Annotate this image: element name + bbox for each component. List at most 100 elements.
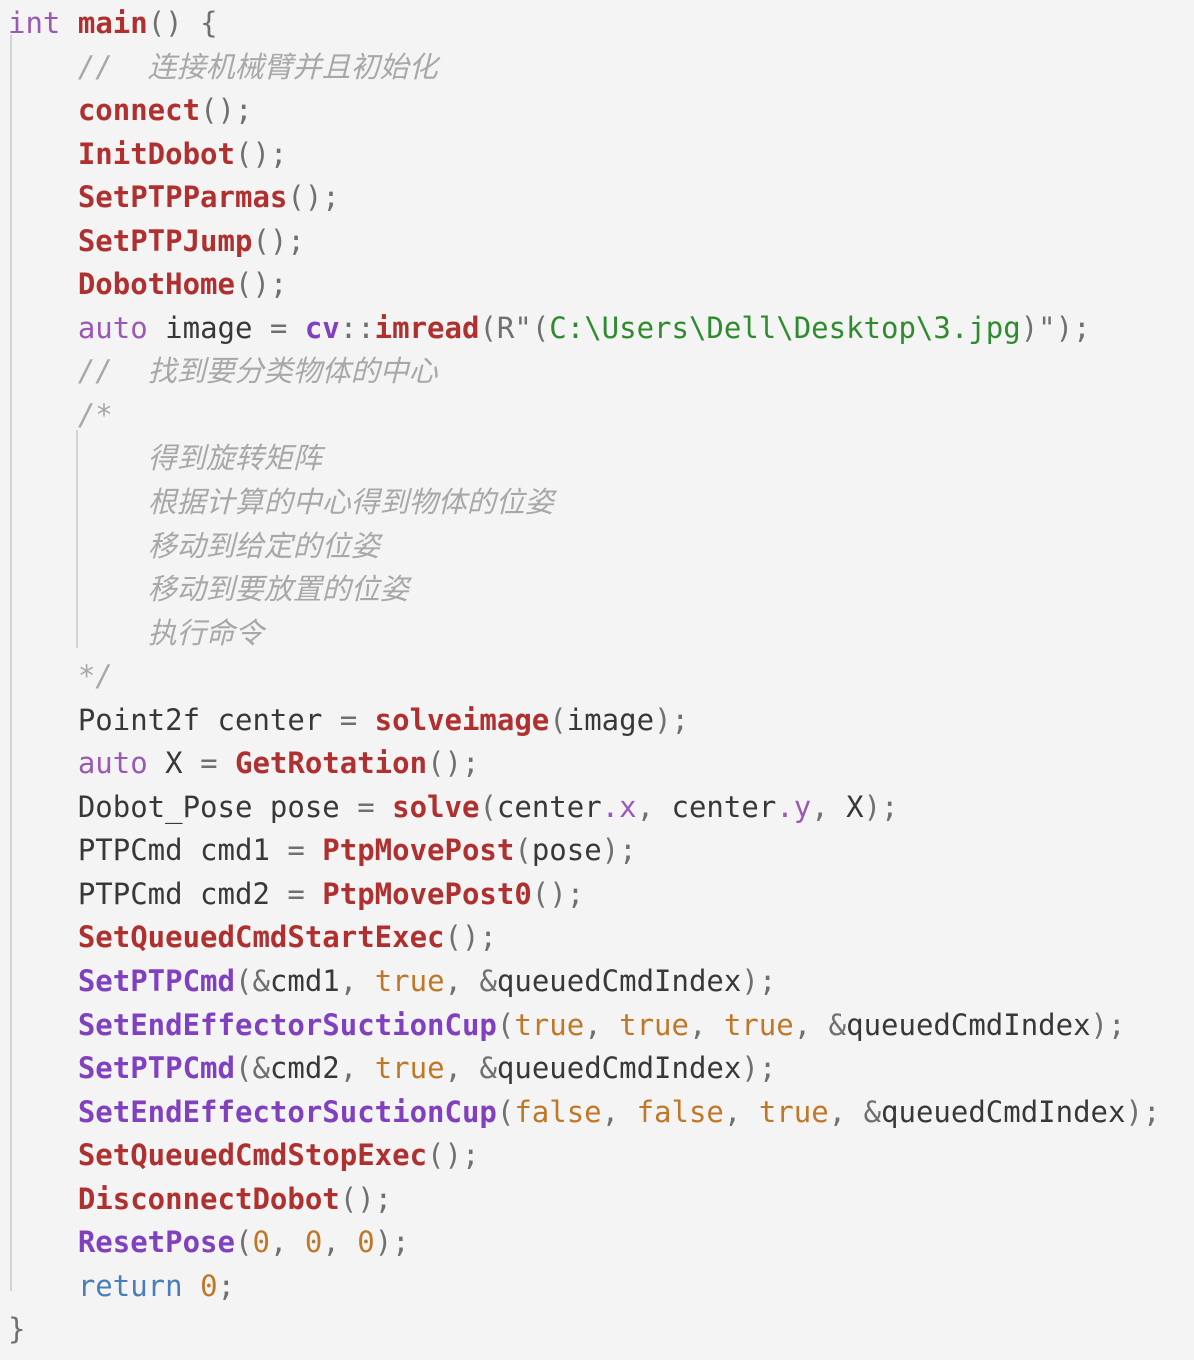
ampersand-cmd2: & [252,1051,270,1086]
code-line-7: DobotHome(); [8,263,1194,307]
boolean-true-cmd1: true [374,964,445,999]
call-tail-getrotation: (); [427,746,480,781]
call-tail-setptpparmas: (); [287,180,340,215]
separator-suction-1b: , [688,1007,724,1042]
code-editor[interactable]: int main() { // 连接机械臂并且初始化 connect(); In… [0,0,1194,1360]
code-line-19: Dobot_Pose pose = solve(center.x, center… [8,786,1194,830]
argument-queuedcmdindex-4: queuedCmdIndex [881,1094,1126,1129]
boolean-suction-1a: true [514,1007,585,1042]
separator-suction-1c: , [793,1007,829,1042]
function-setendeffectorsuctioncup-1: SetEndEffectorSuctionCup [77,1007,497,1042]
number-resetpose-3: 0 [357,1225,375,1260]
raw-string-close: )"); [1020,310,1091,345]
space-return [183,1269,200,1303]
code-line-15: 执行命令 [8,612,1194,656]
ampersand-queuedcmdindex-1: & [479,964,497,999]
string-image-path: C:\Users\Dell\Desktop\3.jpg [549,310,1021,345]
variable-x: X [147,746,201,781]
code-line-3: connect(); [8,89,1194,133]
separator-setptpcmd-1b: , [444,964,480,999]
number-return-zero: 0 [200,1268,218,1303]
function-getrotation: GetRotation [235,746,428,781]
declaration-ptpcmd-cmd1: PTPCmd cmd1 [77,833,288,868]
boolean-suction-2b: false [636,1094,724,1129]
paren-close-ptpmovepost: ); [601,833,637,868]
number-resetpose-2: 0 [304,1225,323,1260]
operator-assign-center: = [339,702,375,737]
separator-suction-1a: , [584,1007,620,1042]
code-line-1: int main() { [8,2,1194,46]
code-line-13: 移动到给定的位姿 [8,525,1194,569]
comment-block-line-3: 移动到给定的位姿 [147,528,380,563]
brace-open: { [182,6,218,40]
function-solveimage: solveimage [374,702,550,737]
comment-connect-init: // 连接机械臂并且初始化 [77,49,438,84]
separator-setptpcmd-2a: , [339,1051,375,1086]
argument-cmd1: cmd1 [269,964,340,999]
declaration-ptpcmd-cmd2: PTPCmd cmd2 [77,876,288,911]
ampersand-queuedcmdindex-4: & [863,1094,882,1129]
function-main: main [77,6,148,40]
paren-open-ptpmovepost: ( [514,833,532,868]
code-lines: int main() { // 连接机械臂并且初始化 connect(); In… [0,0,1194,1352]
function-imread: imread [374,310,480,345]
function-setptpcmd-2: SetPTPCmd [77,1051,235,1086]
operator-assign-cmd2: = [287,876,323,911]
separator-setptpcmd-1a: , [339,964,375,999]
code-line-17: Point2f center = solveimage(image); [8,699,1194,743]
code-line-23: SetPTPCmd(&cmd1, true, &queuedCmdIndex); [8,960,1194,1004]
paren-close-suction-2: ); [1125,1094,1161,1129]
code-line-8: auto image = cv::imread(R"(C:\Users\Dell… [8,307,1194,351]
separator-suction-2b: , [723,1094,759,1129]
argument-center-1: center [496,789,602,824]
call-tail-setptpjump: (); [252,223,305,258]
scope-resolution: :: [339,310,375,345]
function-setptpjump: SetPTPJump [77,223,253,258]
comment-block-line-1: 得到旋转矩阵 [147,441,322,476]
separator-suction-2a: , [601,1094,637,1129]
paren-open-suction-1: ( [496,1007,515,1042]
function-setqueuedcmdstartexec: SetQueuedCmdStartExec [77,920,445,955]
raw-string-open: (R"( [479,310,550,345]
argument-center-2: center [671,789,777,824]
call-tail-connect: (); [200,93,253,128]
declaration-point2f-center: Point2f center [77,702,340,737]
keyword-auto-x: auto [77,746,148,781]
code-line-29: ResetPose(0, 0, 0); [8,1221,1194,1265]
ampersand-queuedcmdindex-2: & [828,1007,847,1042]
comment-block-close: */ [77,659,113,694]
ampersand-queuedcmdindex-3: & [479,1051,497,1086]
code-line-30: return 0; [8,1265,1194,1309]
code-line-4: InitDobot(); [8,133,1194,177]
separator-resetpose-2: , [322,1225,358,1260]
call-tail-stopexec: (); [427,1138,480,1173]
member-x: .x [601,789,637,824]
paren-open-setptpcmd-2: ( [234,1051,253,1086]
separator-suction-2c: , [828,1094,864,1129]
operator-assign-cmd1: = [287,833,323,868]
operator-assign-pose: = [357,789,393,824]
paren-close-setptpcmd-2: ); [741,1051,777,1086]
argument-pose: pose [531,833,602,868]
paren-close-solveimage: ); [654,702,689,737]
paren-close-setptpcmd-1: ); [741,964,777,999]
argument-cmd2: cmd2 [269,1051,340,1086]
code-line-9: // 找到要分类物体的中心 [8,350,1194,394]
code-line-10: /* [8,394,1194,438]
code-line-24: SetEndEffectorSuctionCup(true, true, tru… [8,1004,1194,1048]
operator-assign-x: = [200,746,235,781]
ampersand-cmd1: & [252,964,270,999]
operator-assign-image: = [269,310,305,345]
comment-block-line-5: 执行命令 [147,615,264,650]
boolean-suction-2c: true [758,1094,829,1129]
call-tail-startexec: (); [444,920,497,955]
call-tail-ptpmovepost0: (); [531,876,585,911]
argument-queuedcmdindex-3: queuedCmdIndex [496,1051,742,1086]
separator-solve-1: , [636,789,672,824]
comment-block-line-2: 根据计算的中心得到物体的位姿 [147,485,554,520]
code-line-11: 得到旋转矩阵 [8,437,1194,481]
separator-solve-2: , [811,789,847,824]
function-disconnectdobot: DisconnectDobot [77,1181,340,1216]
paren-open-resetpose: ( [234,1225,253,1260]
variable-image: image [147,310,270,345]
